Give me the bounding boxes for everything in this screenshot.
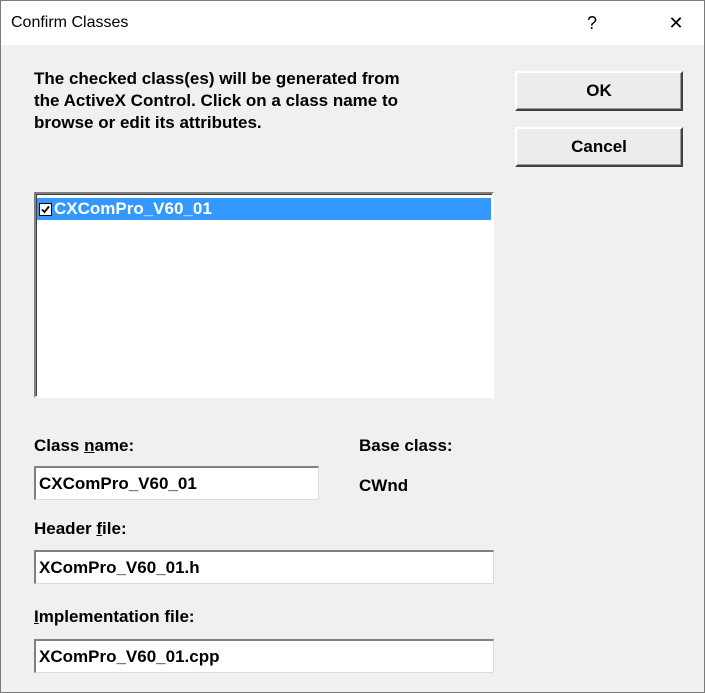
header-file-value: XComPro_V60_01.h: [39, 557, 200, 577]
class-name-label: Class name:: [34, 436, 135, 455]
header-file-field[interactable]: XComPro_V60_01.h: [34, 550, 494, 584]
class-name-field[interactable]: CXComPro_V60_01: [34, 466, 319, 500]
ok-button[interactable]: OK: [515, 71, 683, 111]
base-class-label: Base class:: [359, 436, 453, 455]
instructions-text: The checked class(es) will be generated …: [34, 69, 400, 132]
list-item-label: CXComPro_V60_01: [54, 199, 212, 218]
cancel-button-label: Cancel: [571, 137, 627, 156]
header-file-label: Header file:: [34, 519, 127, 538]
checkmark-icon: [41, 205, 50, 213]
implementation-file-label: Implementation file:: [34, 607, 195, 626]
close-icon: ✕: [668, 12, 684, 33]
class-checkbox[interactable]: [39, 202, 52, 216]
confirm-classes-dialog: Confirm Classes ? ✕ The checked class(es…: [0, 0, 705, 693]
implementation-file-field[interactable]: XComPro_V60_01.cpp: [34, 639, 494, 673]
class-name-value: CXComPro_V60_01: [39, 473, 197, 493]
implementation-file-value: XComPro_V60_01.cpp: [39, 646, 220, 666]
class-listbox[interactable]: CXComPro_V60_01: [34, 192, 494, 398]
cancel-button[interactable]: Cancel: [515, 127, 683, 167]
help-icon: ?: [586, 12, 597, 33]
ok-button-label: OK: [586, 81, 612, 100]
close-button[interactable]: ✕: [649, 1, 703, 45]
help-button[interactable]: ?: [565, 1, 619, 45]
list-item[interactable]: CXComPro_V60_01: [37, 198, 491, 220]
base-class-value: CWnd: [359, 476, 409, 495]
title-bar: Confirm Classes ? ✕: [1, 1, 704, 45]
window-title: Confirm Classes: [11, 14, 129, 31]
